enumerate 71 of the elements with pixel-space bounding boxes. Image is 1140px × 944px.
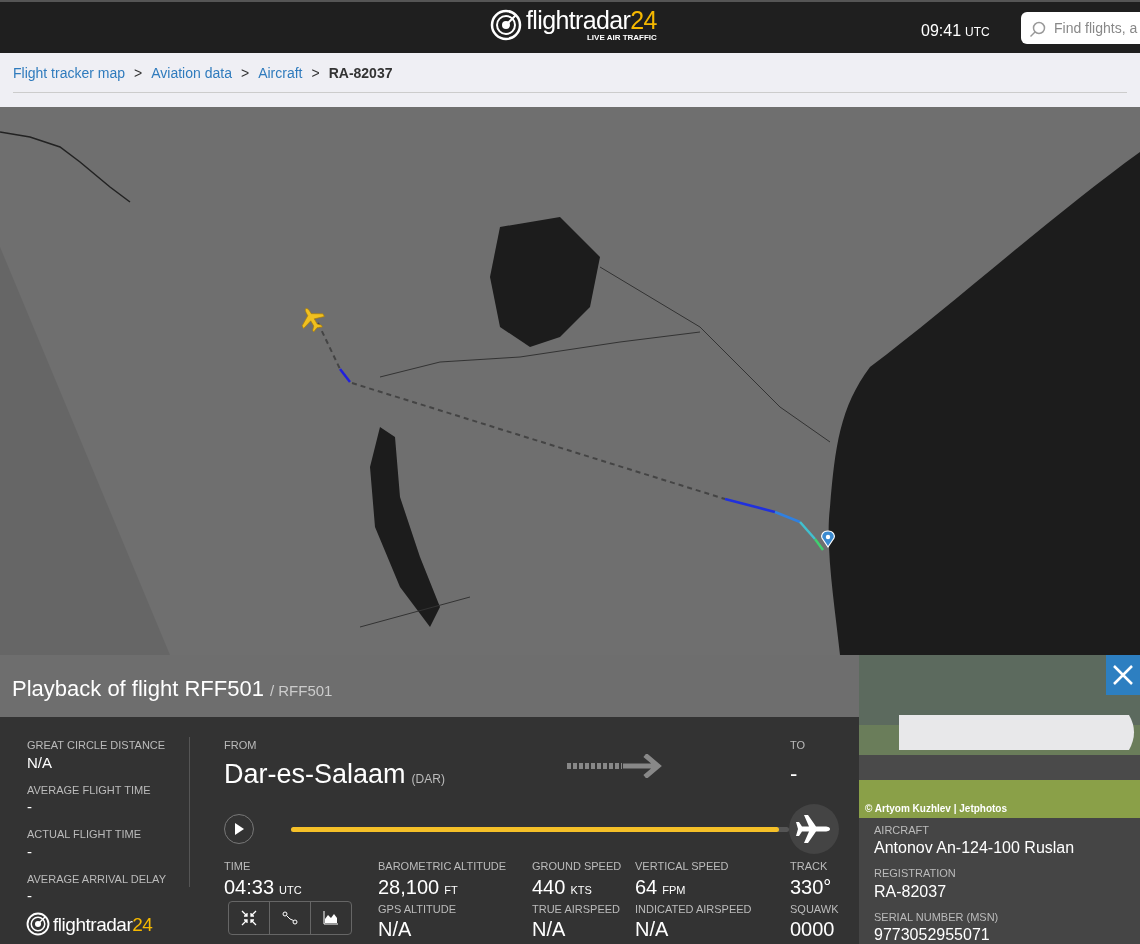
clock-zone: UTC [965,24,990,41]
telemetry-value: 28,100 [378,874,440,899]
telemetry-unit: FT [444,882,458,898]
to-label: TO [790,738,806,753]
telemetry-label: GPS ALTITUDE [378,901,458,917]
breadcrumb-link[interactable]: Flight tracker map [13,62,126,84]
breadcrumb-separator: > [240,63,250,83]
telemetry-label: INDICATED AIRSPEED [635,901,753,917]
telemetry-value: 330° [790,874,832,899]
breadcrumb-link[interactable]: Aircraft [258,62,303,84]
stat-label: ACTUAL FLIGHT TIME [27,827,143,842]
telemetry-label: GROUND SPEED [532,859,623,874]
telemetry-value: 64 [635,874,658,899]
aircraft-field-value: RA-82037 [874,881,948,901]
radar-logo-icon [26,912,50,936]
logo-tagline: LIVE AIR TRAFFIC [586,34,657,42]
telemetry-value: 440 [532,874,566,899]
callsign: / RFF501 [269,681,333,701]
stat-value: N/A [27,753,53,772]
aircraft-field-label: AIRCRAFT [874,822,930,838]
telemetry-label: BAROMETRIC ALTITUDE [378,859,508,874]
origin-code: (DAR) [411,770,445,788]
aircraft-field-value: Antonov An-124-100 Ruslan [874,838,1076,857]
aircraft-field-label: REGISTRATION [874,866,957,881]
search-field[interactable]: Find flights, a [1021,12,1140,44]
telemetry-label: VERTICAL SPEED [635,859,730,874]
photo-credit: © Artyom Kuzhlev | Jetphotos [865,802,1008,816]
collapse-arrows-icon [241,910,257,926]
clock-time: 09:41 [921,21,962,41]
close-button[interactable] [1106,655,1140,695]
stat-value: - [27,887,33,905]
route-arrow-icon [567,754,663,778]
breadcrumb-separator: > [311,63,320,83]
telemetry-label: TRACK [790,859,829,874]
telemetry-unit: FPM [662,882,686,898]
search-icon [1029,21,1047,39]
telemetry-label: TIME [224,859,252,874]
telemetry-label: SQUAWK [790,901,839,917]
logo-wordmark: flightradar24 [53,914,153,934]
logo-wordmark: flightradar24 [526,8,657,33]
origin-city: Dar-es-Salaam [224,757,406,791]
radar-logo-icon [490,9,522,41]
telemetry-unit: UTC [279,882,302,898]
telemetry-label: TRUE AIRSPEED [532,901,622,917]
area-chart-icon [323,911,339,925]
close-icon [1113,665,1133,685]
route-icon [282,910,298,926]
breadcrumb-separator: > [134,63,143,83]
telemetry-value: N/A [378,917,412,941]
play-icon [234,823,244,835]
telemetry-value: 04:33 [224,874,275,899]
telemetry-value: 0000 [790,917,835,941]
telemetry-unit: KTS [570,882,592,898]
aircraft-field-value: 9773052955071 [874,925,991,944]
breadcrumb-link[interactable]: Aviation data [151,62,232,84]
from-label: FROM [224,738,258,753]
location-pin-icon [821,530,835,548]
stat-value: - [27,842,33,861]
playback-title: Playback of flight RFF501 [12,675,264,703]
destination-value: - [790,759,799,788]
playback-handle[interactable] [789,804,839,854]
stat-label: AVERAGE FLIGHT TIME [27,782,152,798]
airplane-icon [796,814,832,844]
breadcrumb-current: RA-82037 [328,63,393,83]
telemetry-value: N/A [635,917,669,941]
stat-value: - [27,798,33,816]
telemetry-value: N/A [532,917,566,941]
stat-label: AVERAGE ARRIVAL DELAY [27,871,167,887]
aircraft-field-label: SERIAL NUMBER (MSN) [874,909,1000,925]
stat-label: GREAT CIRCLE DISTANCE [27,738,167,753]
airplane-marker-icon[interactable] [301,308,325,333]
